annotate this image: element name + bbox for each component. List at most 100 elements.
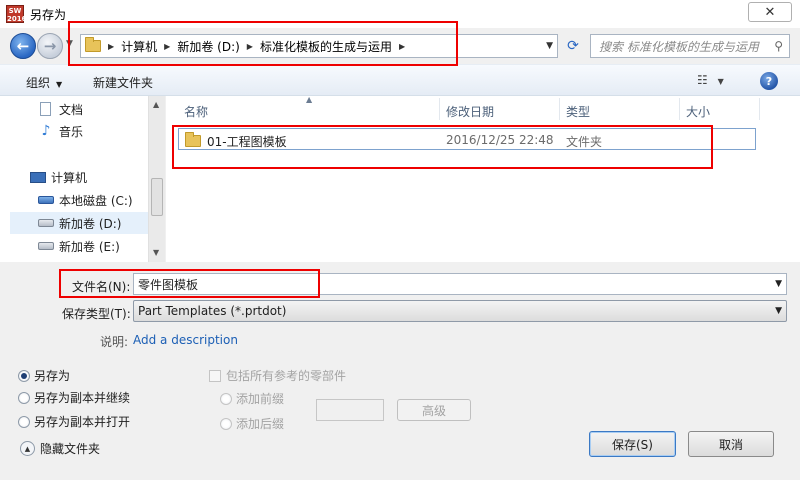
column-size[interactable]: 大小 [686, 103, 710, 120]
search-icon[interactable]: ⚲ [774, 39, 783, 53]
sort-ascending-icon: ▲ [306, 95, 313, 104]
breadcrumb-drive-d[interactable]: 新加卷 (D:) [177, 38, 239, 55]
column-divider[interactable] [439, 98, 440, 120]
radio-label: 另存为 [34, 369, 71, 383]
filetype-select[interactable]: Part Templates (*.prtdot) ▼ [133, 300, 787, 322]
file-list-header: ▲ 名称 修改日期 类型 大小 [166, 95, 800, 122]
sidebar-item-label: 新加卷 (D:) [59, 216, 122, 231]
chevron-down-icon[interactable]: ▼ [775, 279, 782, 289]
sidebar-item-documents[interactable]: 文档 [38, 98, 83, 120]
prefix-suffix-input[interactable] [316, 399, 384, 421]
include-references-checkbox[interactable]: 包括所有参考的零部件 [209, 367, 346, 384]
radio-label: 添加前缀 [236, 392, 285, 406]
column-divider[interactable] [559, 98, 560, 120]
forward-button[interactable]: → [37, 33, 63, 59]
drive-icon [38, 196, 54, 204]
folder-icon [85, 37, 101, 52]
chevron-down-icon: ▼ [775, 306, 782, 316]
file-type: 文件夹 [566, 135, 603, 149]
breadcrumb-chevron-icon[interactable]: ▶ [399, 42, 405, 51]
sidebar-item-drive-c[interactable]: 本地磁盘 (C:) [38, 189, 133, 211]
sidebar-item-label: 本地磁盘 (C:) [59, 193, 133, 208]
address-history-dropdown[interactable]: ▼ [546, 41, 553, 51]
command-toolbar: 组织 ▼ 新建文件夹 ☷ ▼ ? [0, 64, 800, 96]
column-divider[interactable] [759, 98, 760, 120]
search-placeholder: 搜索 标准化模板的生成与运用 [599, 39, 759, 54]
radio-label: 另存为副本并打开 [34, 415, 131, 429]
hide-folders-button[interactable]: ▲ 隐藏文件夹 [20, 440, 100, 457]
radio-save-as[interactable]: 另存为 [18, 367, 70, 384]
radio-add-suffix[interactable]: 添加后缀 [220, 415, 284, 432]
filename-label: 文件名(N): [72, 280, 131, 294]
filename-value: 零件图模板 [138, 277, 199, 292]
close-button[interactable]: ✕ [748, 2, 792, 22]
column-divider[interactable] [679, 98, 680, 120]
refresh-button[interactable]: ⟳ [560, 34, 586, 58]
column-date-modified[interactable]: 修改日期 [446, 103, 494, 120]
filetype-label: 保存类型(T): [62, 307, 131, 321]
add-description-link[interactable]: Add a description [133, 333, 238, 347]
folder-icon [185, 132, 201, 147]
arrow-left-icon: ← [16, 37, 30, 55]
breadcrumb-chevron-icon[interactable]: ▶ [247, 42, 253, 51]
arrow-right-icon: → [43, 37, 57, 55]
sidebar-item-label: 计算机 [51, 170, 88, 185]
sidebar-item-drive-e[interactable]: 新加卷 (E:) [38, 235, 120, 257]
save-button[interactable]: 保存(S) [589, 431, 676, 457]
description-label: 说明: [100, 335, 129, 349]
radio-indicator [18, 369, 30, 382]
filename-input[interactable]: 零件图模板 ▼ [133, 273, 787, 295]
sidebar-item-computer[interactable]: 计算机 [30, 166, 87, 188]
column-type[interactable]: 类型 [566, 103, 590, 120]
sidebar-item-music[interactable]: ♪ 音乐 [38, 120, 83, 142]
search-input[interactable]: 搜索 标准化模板的生成与运用 ⚲ [590, 34, 790, 58]
scroll-up-icon[interactable]: ▲ [153, 100, 159, 109]
refresh-icon: ⟳ [567, 38, 579, 54]
recent-locations-dropdown[interactable]: ▼ [66, 39, 73, 49]
chevron-down-icon: ▼ [717, 77, 724, 86]
view-list-icon: ☷ [697, 73, 708, 87]
back-button[interactable]: ← [10, 33, 36, 59]
breadcrumb-chevron-icon[interactable]: ▶ [164, 42, 170, 51]
column-name[interactable]: 名称 [184, 103, 208, 120]
organize-menu-button[interactable]: 组织 ▼ [26, 74, 62, 91]
save-as-dialog: SW 2016 另存为 ✕ ← → ▼ ▶ 计算机 ▶ 新加卷 (D:) ▶ 标… [0, 0, 800, 480]
checkbox-label: 包括所有参考的零部件 [226, 369, 347, 383]
help-button[interactable]: ? [760, 72, 778, 90]
radio-indicator [220, 392, 232, 405]
navigation-pane-scrollbar[interactable]: ▲ ▼ [148, 96, 165, 262]
checkbox-indicator [209, 369, 221, 382]
scrollbar-thumb[interactable] [151, 178, 163, 216]
cancel-button[interactable]: 取消 [688, 431, 774, 457]
change-view-button[interactable]: ☷ ▼ [697, 73, 724, 87]
breadcrumb-current-folder[interactable]: 标准化模板的生成与运用 [260, 38, 392, 55]
radio-add-prefix[interactable]: 添加前缀 [220, 390, 284, 407]
filetype-value: Part Templates (*.prtdot) [138, 304, 287, 318]
navigation-bar: ← → ▼ ▶ 计算机 ▶ 新加卷 (D:) ▶ 标准化模板的生成与运用 ▶ ▼… [0, 28, 800, 64]
table-row[interactable]: 01-工程图模板 2016/12/25 22:48 文件夹 [178, 128, 756, 150]
sidebar-item-drive-d[interactable]: 新加卷 (D:) [10, 212, 148, 234]
sidebar-item-label: 音乐 [59, 124, 84, 139]
address-bar[interactable]: ▶ 计算机 ▶ 新加卷 (D:) ▶ 标准化模板的生成与运用 ▶ ▼ [80, 34, 558, 58]
help-icon: ? [765, 74, 773, 88]
radio-indicator [18, 415, 30, 428]
radio-label: 添加后缀 [236, 417, 285, 431]
advanced-button[interactable]: 高级 [397, 399, 471, 421]
new-folder-button[interactable]: 新建文件夹 [93, 74, 153, 91]
radio-save-copy-continue[interactable]: 另存为副本并继续 [18, 389, 130, 406]
hide-folders-label: 隐藏文件夹 [40, 442, 101, 456]
chevron-down-icon: ▼ [56, 80, 63, 89]
drive-icon [38, 242, 54, 250]
window-title: 另存为 [30, 8, 67, 22]
computer-icon [30, 171, 46, 183]
sidebar-item-label: 文档 [59, 102, 84, 117]
breadcrumb-computer[interactable]: 计算机 [121, 38, 157, 55]
radio-save-copy-open[interactable]: 另存为副本并打开 [18, 413, 130, 430]
title-bar: SW 2016 另存为 ✕ [0, 0, 800, 28]
sidebar-item-label: 新加卷 (E:) [59, 239, 120, 254]
radio-indicator [18, 391, 30, 404]
scroll-down-icon[interactable]: ▼ [153, 248, 159, 257]
solidworks-app-icon: SW 2016 [6, 5, 27, 23]
breadcrumb-chevron-icon[interactable]: ▶ [108, 42, 114, 51]
radio-indicator [220, 417, 232, 430]
